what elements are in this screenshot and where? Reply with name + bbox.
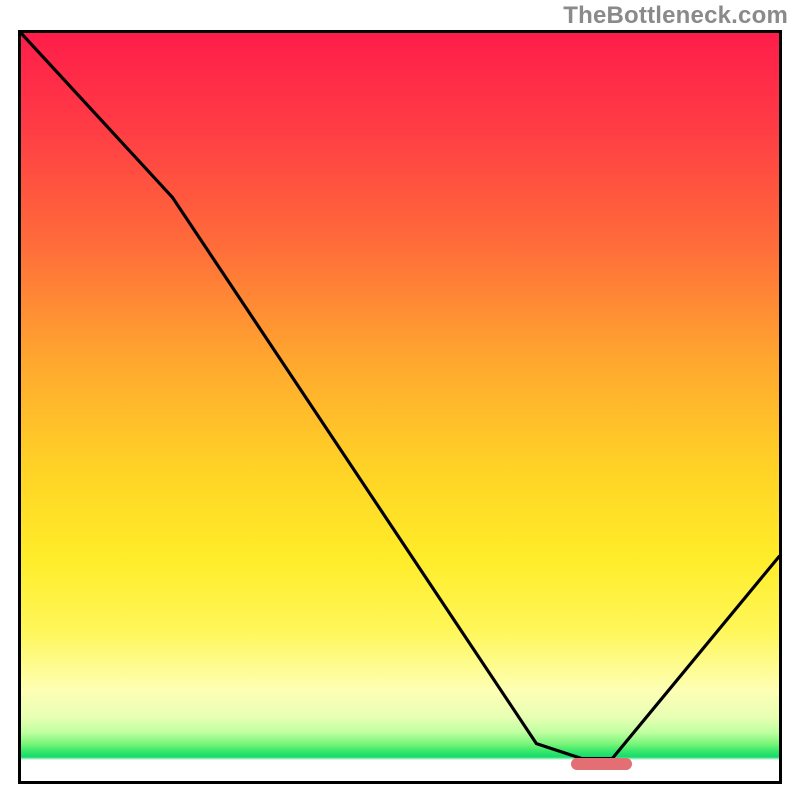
bottleneck-curve: [21, 33, 779, 781]
optimal-range-marker: [571, 758, 632, 770]
curve-path: [21, 33, 779, 759]
watermark-text: TheBottleneck.com: [563, 2, 788, 30]
plot-area: [18, 30, 782, 784]
chart-stage: TheBottleneck.com: [0, 0, 800, 800]
